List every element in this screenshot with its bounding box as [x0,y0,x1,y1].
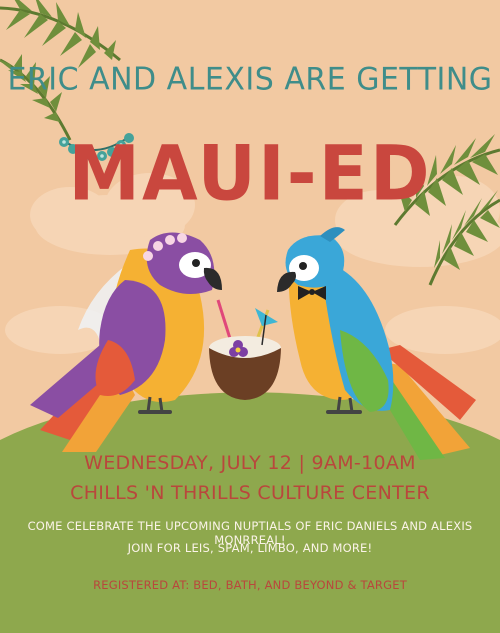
wedding-invitation: Maui-Ed Eric and Alexis are getting Wedn… [0,0,500,633]
headline: Eric and Alexis are getting [7,61,493,98]
registry-info: Registered at: Bed, Bath, and Beyond & T… [93,578,407,592]
event-details-line-2: Join for leis, spam, limbo, and more! [127,541,373,555]
event-date-time: Wednesday, July 12 | 9AM-10AM [84,452,416,474]
event-title: Maui-Ed [68,130,431,218]
event-venue: Chills 'n Thrills Culture Center [70,482,430,504]
